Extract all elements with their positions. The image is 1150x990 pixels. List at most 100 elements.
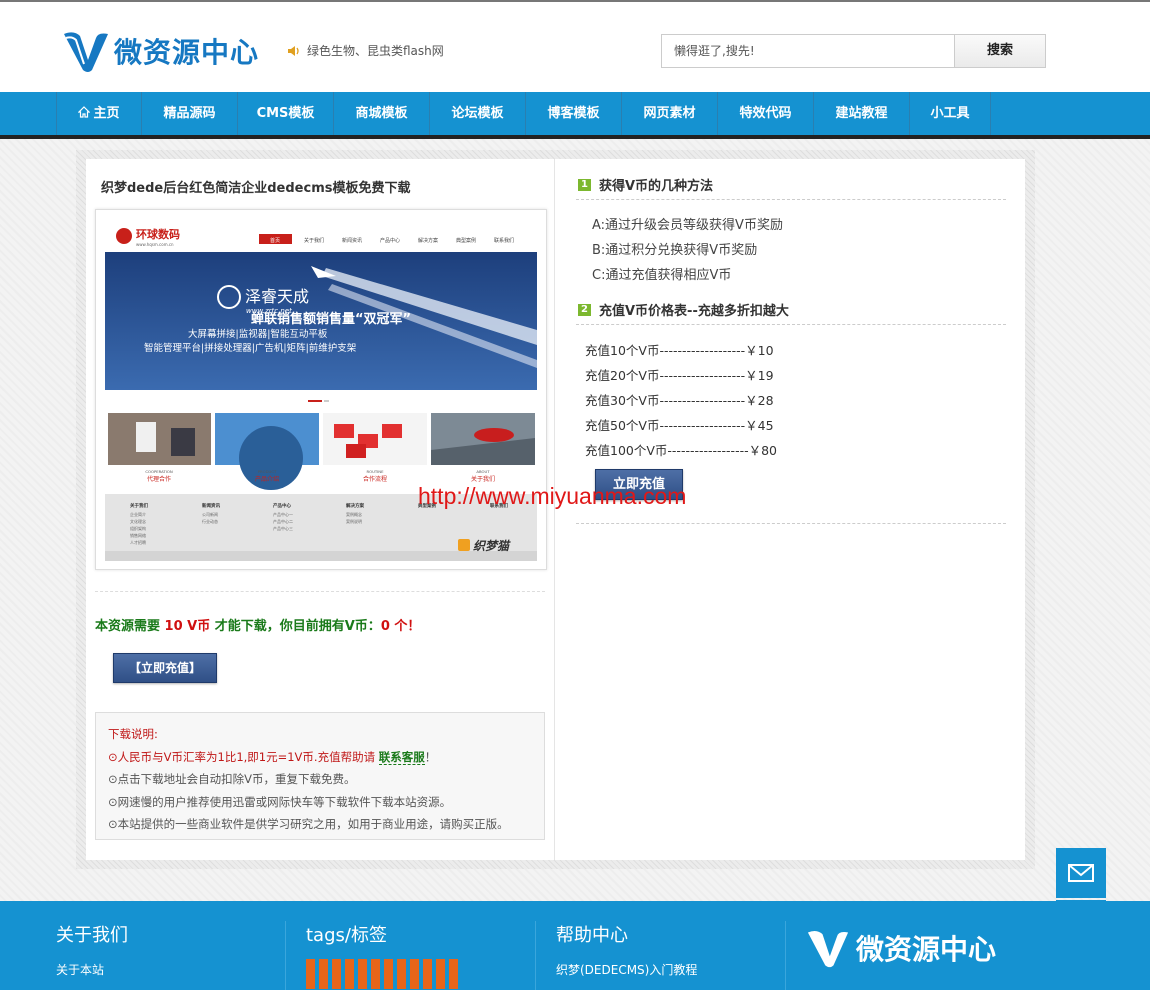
preview-footer-title: 解决方案: [346, 502, 364, 509]
divider: [95, 591, 545, 592]
nav-item-home[interactable]: 主页: [56, 92, 141, 135]
speaker-icon: [288, 45, 299, 56]
tag-item[interactable]: [332, 959, 341, 989]
section-title-text: 充值V币价格表--充越多折扣越大: [599, 304, 789, 319]
search-input[interactable]: 懒得逛了,搜先!: [661, 34, 954, 68]
preview-banner-line: 智能管理平台|拼接处理器|广告机|矩阵|前维护支架: [144, 342, 357, 354]
notes-line: ⊙网速慢的用户推荐使用迅雷或网际快车等下载软件下载本站资源。: [108, 794, 452, 809]
preview-stamp-icon: [458, 539, 470, 551]
site-logo[interactable]: 微资源中心: [62, 28, 259, 74]
preview-footer-title: 新闻资讯: [202, 502, 220, 509]
contact-support-link[interactable]: 联系客服: [378, 749, 425, 765]
email-icon: [1068, 864, 1094, 882]
price-row: 充值20个V币-------------------￥19: [585, 368, 774, 383]
nav-item-tutorial[interactable]: 建站教程: [813, 92, 909, 135]
footer-logo[interactable]: 微资源中心: [806, 927, 996, 969]
preview-menu-item: 新闻资讯: [342, 237, 362, 244]
preview-logo-text: 环球数码: [136, 227, 180, 241]
main-nav: 主页 精品源码 CMS模板 商城模板 论坛模板 博客模板 网页素材 特效代码 建…: [0, 92, 1150, 139]
tag-item[interactable]: [345, 959, 354, 989]
requirement-text: 才能下载，你目前拥有V币：: [210, 619, 381, 634]
preview-stamp-text: 织梦猫: [473, 539, 511, 553]
method-item: B:通过积分兑换获得V币奖励: [592, 243, 758, 258]
number-badge: 2: [578, 303, 591, 316]
preview-footer-item: 产品中心一: [273, 511, 293, 517]
tag-item[interactable]: [436, 959, 445, 989]
price-row: 充值50个V币-------------------￥45: [585, 418, 774, 433]
nav-item-source[interactable]: 精品源码: [141, 92, 237, 135]
footer-link-tutorial[interactable]: 织梦(DEDECMS)入门教程: [556, 961, 697, 978]
preview-banner-headline: 蝉联销售额销售量“双冠军”: [251, 311, 411, 327]
search-button[interactable]: 搜索: [954, 34, 1046, 68]
nav-label: 主页: [93, 106, 120, 121]
footer-site-name: 微资源中心: [856, 933, 997, 966]
footer-link-about[interactable]: 关于本站: [56, 961, 128, 978]
method-item: C:通过充值获得相应V币: [592, 268, 732, 283]
preview-footer-item: 文化理念: [130, 518, 146, 524]
preview-logo-sub: www.hqsm.com.cn: [136, 242, 174, 247]
nav-item-cms[interactable]: CMS模板: [237, 92, 333, 135]
tag-item[interactable]: [358, 959, 367, 989]
footer-help: 帮助中心 织梦(DEDECMS)入门教程: [556, 921, 697, 990]
footer-divider: [285, 921, 286, 990]
preview-menu-item: 首页: [270, 237, 280, 244]
email-button[interactable]: [1056, 848, 1106, 898]
notes-text: ！: [424, 749, 437, 764]
site-header: 微资源中心 绿色生物、昆虫类flash网 懒得逛了,搜先! 搜索: [0, 2, 1150, 92]
preview-footer-title: 产品中心: [273, 502, 291, 509]
preview-menu-item: 典型案例: [456, 237, 476, 244]
preview-logo-icon: [116, 228, 132, 244]
divider: [576, 199, 1006, 200]
footer-title: tags/标签: [306, 925, 387, 946]
nav-item-effects[interactable]: 特效代码: [717, 92, 813, 135]
notes-heading: 下载说明:: [108, 727, 158, 741]
tag-item[interactable]: [397, 959, 406, 989]
notes-text: ⊙人民币与V币汇率为1比1,即1元=1V币.充值帮助请: [108, 749, 379, 764]
preview-thumb-en: ABOUT: [476, 469, 490, 474]
tag-item[interactable]: [371, 959, 380, 989]
watermark-text: http://www.miyuanma.com: [418, 483, 687, 509]
nav-item-tools[interactable]: 小工具: [909, 92, 991, 135]
nav-item-blog[interactable]: 博客模板: [525, 92, 621, 135]
notice-bar: 绿色生物、昆虫类flash网: [287, 42, 444, 59]
preview-thumb-cn: 合作流程: [363, 475, 387, 483]
footer-title: 关于我们: [56, 925, 128, 946]
nav-item-forum[interactable]: 论坛模板: [429, 92, 525, 135]
section-title-text: 获得V币的几种方法: [599, 179, 714, 194]
footer-about: 关于我们 关于本站: [56, 921, 128, 990]
footer-divider: [785, 921, 786, 990]
nav-item-shop[interactable]: 商城模板: [333, 92, 429, 135]
preview-footer-item: 行业动态: [202, 518, 218, 524]
tag-item[interactable]: [384, 959, 393, 989]
preview-banner-brand: 泽睿天成: [245, 287, 309, 306]
price-row: 充值100个V币------------------￥80: [585, 443, 778, 458]
preview-footer-item: 公司新闻: [202, 511, 218, 517]
section-title-methods: 1 获得V币的几种方法: [578, 175, 713, 194]
site-footer: 关于我们 关于本站 tags/标签 帮助中心 织梦(DEDECMS)入门教程 微…: [0, 901, 1150, 990]
preview-footer-item: 案例概念: [346, 511, 362, 517]
divider: [576, 324, 1006, 325]
required-coins: 10 V币: [164, 619, 211, 634]
notice-text[interactable]: 绿色生物、昆虫类flash网: [307, 42, 444, 59]
preview-footer-item: 产品中心三: [273, 525, 293, 531]
footer-divider: [535, 921, 536, 990]
tag-item[interactable]: [319, 959, 328, 989]
tag-item[interactable]: [423, 959, 432, 989]
tag-item[interactable]: [410, 959, 419, 989]
notes-line: ⊙点击下载地址会自动扣除V币，重复下载免费。: [108, 772, 356, 786]
tag-item[interactable]: [306, 959, 315, 989]
tag-list: [306, 959, 462, 989]
preview-banner-line: 大屏幕拼接|监视器|智能互动平板: [188, 328, 328, 340]
tag-item[interactable]: [449, 959, 458, 989]
logo-v-icon: [807, 931, 849, 968]
home-icon: [78, 106, 91, 118]
preview-footer-title: 关于我们: [130, 502, 148, 509]
preview-menu-item: 解决方案: [418, 237, 438, 244]
requirement-text: 本资源需要: [95, 619, 165, 634]
article-title: 织梦dede后台红色简洁企业dedecms模板免费下载: [101, 181, 411, 196]
template-preview-image[interactable]: 环球数码 www.hqsm.com.cn 首页 关于我们 新闻资讯 产品中心 解…: [95, 209, 547, 570]
footer-title: 帮助中心: [556, 925, 628, 946]
nav-item-material[interactable]: 网页素材: [621, 92, 717, 135]
preview-footer-item: 企业简介: [130, 511, 146, 517]
recharge-button[interactable]: 【立即充值】: [113, 653, 217, 683]
